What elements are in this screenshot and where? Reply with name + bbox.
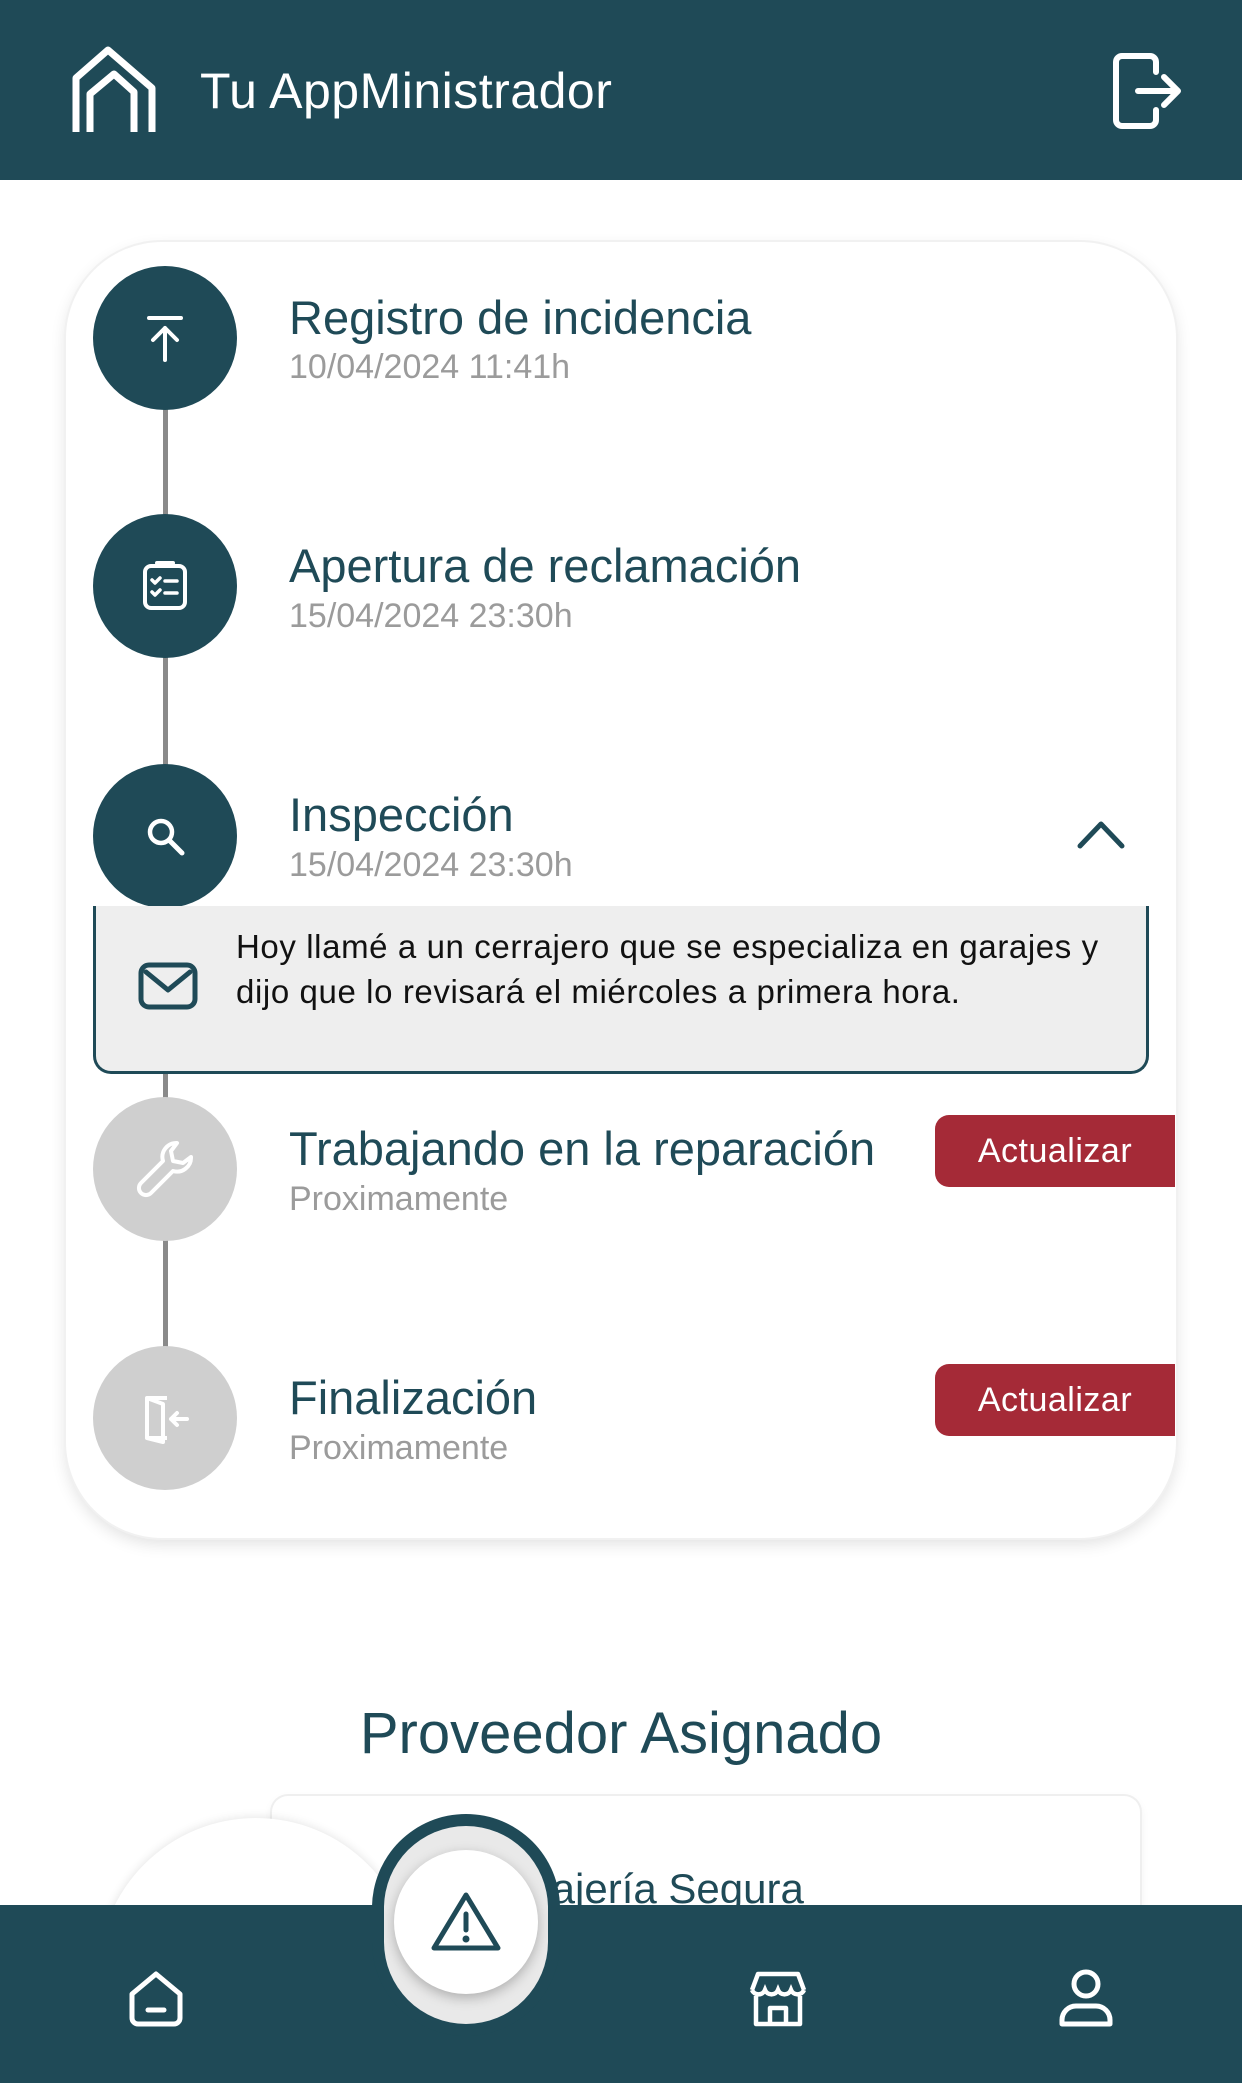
timeline-card: [66, 242, 1176, 1538]
step-title: Registro de incidencia: [289, 291, 752, 344]
update-button[interactable]: Actualizar: [935, 1364, 1175, 1436]
step-inspeccion-circle[interactable]: [93, 764, 237, 908]
home-icon[interactable]: [124, 1966, 188, 2030]
step-reparacion-circle: [93, 1097, 237, 1241]
step-date: 15/04/2024 23:30h: [289, 846, 573, 884]
step-registro-circle: [93, 266, 237, 410]
wrench-icon: [136, 1141, 193, 1198]
step-title: Trabajando en la reparación: [289, 1122, 876, 1175]
step-apertura-circle: [93, 514, 237, 658]
step-date: 15/04/2024 23:30h: [289, 597, 573, 635]
inspection-note: Hoy llamé a un cerrajero que se especial…: [93, 906, 1149, 1074]
timeline-connector: [163, 408, 168, 518]
step-date: 10/04/2024 11:41h: [289, 348, 571, 386]
provider-heading: Proveedor Asignado: [359, 1701, 883, 1766]
step-finalizacion-circle: [93, 1346, 237, 1490]
note-text: Hoy llamé a un cerrajero que se especial…: [236, 928, 1099, 1010]
step-date: Proximamente: [289, 1180, 509, 1218]
update-button[interactable]: Actualizar: [935, 1115, 1175, 1187]
timeline-connector: [163, 657, 168, 767]
timeline-connector: [163, 1240, 168, 1350]
chevron-up-icon[interactable]: [1076, 814, 1126, 854]
alert-triangle-icon: [431, 1892, 501, 1951]
report-incident-button[interactable]: [394, 1850, 538, 1994]
exit-door-icon: [145, 1396, 189, 1444]
store-icon[interactable]: [746, 1966, 810, 2030]
step-title: Inspección: [289, 788, 514, 841]
step-date: Proximamente: [289, 1429, 509, 1467]
profile-icon[interactable]: [1054, 1966, 1118, 2030]
checklist-icon: [143, 561, 187, 610]
house-outline-logo-icon: [72, 46, 156, 132]
step-title: Apertura de reclamación: [289, 539, 802, 592]
mail-icon: [138, 962, 198, 1010]
app-title: Tu AppMinistrador: [200, 63, 613, 119]
search-icon: [147, 818, 185, 856]
upload-icon: [147, 316, 183, 362]
logout-icon[interactable]: [1112, 50, 1182, 132]
step-title: Finalización: [289, 1371, 538, 1424]
app-header: Tu AppMinistrador: [0, 0, 1242, 180]
